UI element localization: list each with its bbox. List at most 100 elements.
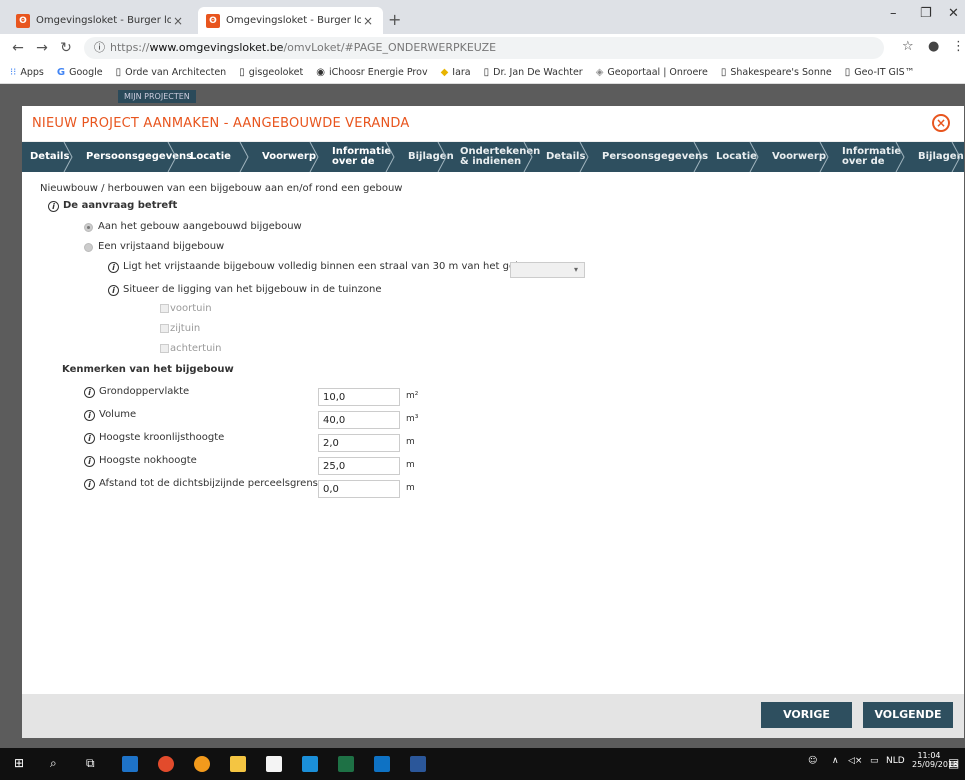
- bookmark-item[interactable]: ▯ Orde van Architecten: [116, 67, 227, 78]
- info-icon[interactable]: i: [48, 201, 59, 212]
- field-label: i Afstand tot de dichtsbijzijnde perceels…: [84, 478, 318, 490]
- info-icon[interactable]: ⓘ: [94, 41, 105, 54]
- app-icon[interactable]: [302, 756, 318, 772]
- checkbox-zijtuin[interactable]: [160, 324, 169, 333]
- menu-icon[interactable]: ⋮: [952, 39, 965, 54]
- radio-attached[interactable]: [84, 223, 93, 232]
- clock[interactable]: 11:04 25/09/2018: [912, 751, 958, 769]
- word-icon[interactable]: [410, 756, 426, 772]
- notifications-icon[interactable]: ▤: [948, 756, 959, 770]
- excel-icon[interactable]: [338, 756, 354, 772]
- wizard-step[interactable]: Voorwerp: [756, 142, 826, 172]
- bookmark-apps[interactable]: ⁝⁝ Apps: [10, 67, 44, 78]
- aanvraag-label: De aanvraag betreft: [63, 200, 178, 211]
- outlook-icon[interactable]: [374, 756, 390, 772]
- next-button[interactable]: VOLGENDE: [863, 702, 953, 728]
- field-input[interactable]: 2,0: [318, 434, 400, 452]
- bookmark-label: Shakespeare's Sonne: [730, 67, 832, 78]
- browser-tab-active[interactable]: ʘ Omgevingsloket - Burger loket ×: [198, 7, 383, 34]
- info-icon[interactable]: i: [84, 410, 95, 421]
- info-icon[interactable]: i: [84, 433, 95, 444]
- omgevingsloket-favicon-icon: ʘ: [16, 13, 30, 28]
- kenmerken-heading: Kenmerken van het bijgebouw: [62, 364, 234, 375]
- field-input[interactable]: 0,0: [318, 480, 400, 498]
- bookmark-item[interactable]: ▯ Dr. Jan De Wachter: [484, 67, 583, 78]
- bookmark-item[interactable]: ▯ Shakespeare's Sonne: [721, 67, 832, 78]
- restore-icon[interactable]: ❐: [920, 6, 932, 21]
- task-view-icon[interactable]: ⧉: [86, 756, 95, 771]
- bookmark-star-icon[interactable]: ☆: [902, 39, 914, 54]
- chrome-icon[interactable]: [158, 756, 174, 772]
- page-icon: ▯: [115, 67, 122, 78]
- url-path: /omvLoket/#PAGE_ONDERWERPKEUZE: [283, 41, 497, 54]
- browser-tab[interactable]: ʘ Omgevingsloket - Burger loket ×: [8, 7, 193, 34]
- wizard-step[interactable]: Voorwerp: [246, 142, 316, 172]
- profile-icon[interactable]: ●: [928, 39, 939, 54]
- radio-freestanding[interactable]: [84, 243, 93, 252]
- search-icon[interactable]: ⌕: [50, 756, 57, 771]
- bookmark-label: Google: [69, 67, 103, 78]
- info-icon[interactable]: i: [108, 285, 119, 296]
- field-label: i Hoogste kroonlijsthoogte: [84, 432, 224, 444]
- checkbox-zijtuin-label: zijtuin: [170, 323, 201, 334]
- bookmark-item[interactable]: ▯ Geo-IT GIS™: [845, 67, 914, 78]
- back-icon[interactable]: ←: [6, 40, 30, 56]
- info-icon[interactable]: i: [84, 387, 95, 398]
- bookmark-item[interactable]: ◉ iChoosr Energie Prov: [316, 67, 427, 78]
- wizard-step[interactable]: Locatie: [174, 142, 246, 172]
- url-host: www.omgevingsloket.be: [149, 41, 284, 54]
- tray-chevron-icon[interactable]: ∧: [832, 756, 839, 766]
- close-tab-icon[interactable]: ×: [361, 14, 375, 28]
- bookmark-item[interactable]: ◆ Iara: [441, 67, 471, 78]
- checkbox-achtertuin[interactable]: [160, 344, 169, 353]
- new-tab-button[interactable]: +: [388, 10, 401, 29]
- edge-icon[interactable]: [122, 756, 138, 772]
- wizard-step-label: Informatie over de: [332, 146, 392, 167]
- close-icon[interactable]: ×: [932, 114, 950, 132]
- info-icon[interactable]: i: [108, 262, 119, 273]
- volume-icon[interactable]: ◁×: [848, 756, 862, 766]
- previous-button[interactable]: VORIGE: [761, 702, 852, 728]
- close-window-icon[interactable]: ✕: [948, 6, 959, 21]
- language-indicator[interactable]: NLD: [886, 756, 905, 766]
- minimize-icon[interactable]: –: [890, 6, 897, 21]
- reload-icon[interactable]: ↻: [54, 40, 78, 56]
- wizard-step[interactable]: Informatie over de: [316, 142, 392, 172]
- situeer-label: Situeer de ligging van het bijgebouw in …: [123, 284, 382, 295]
- field-input[interactable]: 10,0: [318, 388, 400, 406]
- bookmark-label: iChoosr Energie Prov: [328, 67, 428, 78]
- network-icon[interactable]: ▭: [870, 756, 879, 766]
- bookmark-google[interactable]: G Google: [57, 67, 103, 78]
- aanvraag-heading: i De aanvraag betreft: [48, 200, 177, 212]
- my-projects-link[interactable]: MIJN PROJECTEN: [118, 90, 196, 103]
- people-icon[interactable]: ☺: [808, 756, 817, 766]
- bookmark-item[interactable]: ◈ Geoportaal | Onroere: [596, 67, 708, 78]
- close-tab-icon[interactable]: ×: [171, 14, 185, 28]
- new-project-modal: NIEUW PROJECT AANMAKEN - AANGEBOUWDE VER…: [22, 106, 964, 738]
- field-unit: m³: [406, 414, 419, 424]
- field-input[interactable]: 40,0: [318, 411, 400, 429]
- forward-icon[interactable]: →: [30, 40, 54, 56]
- info-icon[interactable]: i: [84, 456, 95, 467]
- checkbox-voortuin[interactable]: [160, 304, 169, 313]
- bookmark-label: Apps: [20, 67, 44, 78]
- field-label-text: Volume: [99, 409, 137, 420]
- store-icon[interactable]: [266, 756, 282, 772]
- wizard-step-label: Informatie over de: [842, 146, 902, 167]
- bookmark-item[interactable]: ▯ gisgeoloket: [239, 67, 303, 78]
- file-explorer-icon[interactable]: [230, 756, 246, 772]
- apps-grid-icon: ⁝⁝: [10, 67, 17, 78]
- url-input[interactable]: ⓘ https://www.omgevingsloket.be/omvLoket/…: [84, 37, 884, 59]
- wizard-step[interactable]: Informatie over de: [826, 142, 902, 172]
- windows-start-icon[interactable]: ⊞: [14, 756, 24, 770]
- firefox-icon[interactable]: [194, 756, 210, 772]
- chevron-down-icon: ▾: [573, 265, 578, 274]
- info-icon[interactable]: i: [84, 479, 95, 490]
- field-unit: m: [406, 460, 415, 470]
- field-input[interactable]: 25,0: [318, 457, 400, 475]
- wizard-step[interactable]: Persoonsgegevens: [70, 142, 192, 172]
- wizard-step[interactable]: Persoonsgegevens: [586, 142, 708, 172]
- 30m-select[interactable]: ▾: [510, 262, 585, 278]
- wizard-step[interactable]: Ondertekenen & indienen: [444, 142, 540, 172]
- omgevingsloket-favicon-icon: ʘ: [206, 13, 220, 28]
